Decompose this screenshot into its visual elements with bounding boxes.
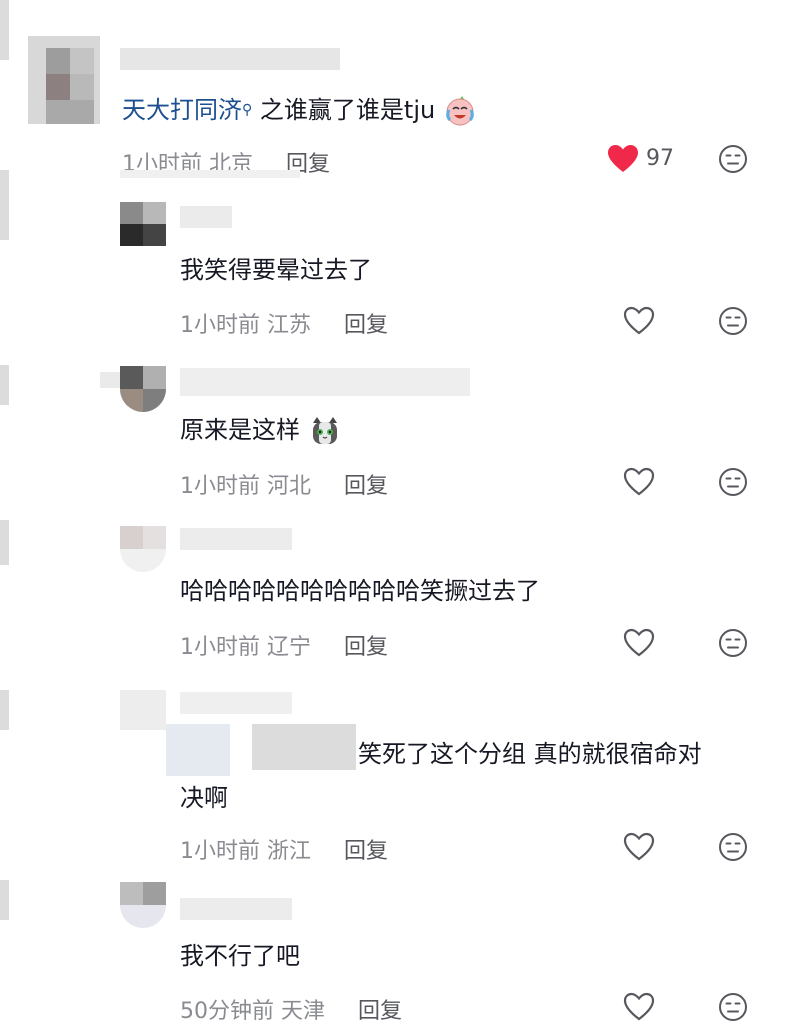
username-blurred[interactable]: [180, 528, 292, 550]
avatar[interactable]: [120, 526, 166, 572]
avatar[interactable]: [28, 36, 100, 124]
blurred-strip: [120, 170, 300, 178]
heart-outline-icon[interactable]: [622, 466, 656, 502]
edge-blur: [0, 0, 9, 60]
edge-blur: [0, 690, 9, 730]
username-blurred[interactable]: [180, 898, 292, 920]
blurred-strip: [166, 724, 356, 776]
laugh-cry-emoji-icon: [443, 95, 477, 127]
cat-emoji-icon: [308, 415, 342, 447]
comment-text-line1: 笑死了这个分组 真的就很宿命对: [358, 740, 702, 768]
comment-meta: 1小时前 浙江: [180, 833, 311, 865]
heart-outline-icon[interactable]: [622, 991, 656, 1027]
comment-location: 河北: [267, 474, 312, 499]
edge-blur: [0, 365, 9, 405]
comment-body: 原来是这样: [180, 416, 300, 444]
edge-blur: [0, 170, 9, 240]
comment-text: 原来是这样: [180, 414, 342, 447]
comment-text: 天大打同济⚲ 之谁赢了谁是tju: [122, 94, 477, 127]
meh-face-icon[interactable]: [717, 831, 749, 867]
meh-face-icon[interactable]: [717, 305, 749, 341]
comment-meta: 50分钟前 天津: [180, 993, 325, 1025]
comment-location: 辽宁: [267, 635, 312, 660]
comment-location: 浙江: [267, 839, 312, 864]
reply-button[interactable]: 回复: [344, 833, 388, 865]
meh-face-icon[interactable]: [717, 466, 749, 502]
username-blurred[interactable]: [180, 206, 232, 228]
heart-outline-icon[interactable]: [622, 831, 656, 867]
comment-meta: 1小时前 辽宁: [180, 629, 311, 661]
edge-blur: [0, 520, 9, 565]
reply-button[interactable]: 回复: [344, 307, 388, 339]
comment-meta: 1小时前 江苏: [180, 307, 311, 339]
comment-location: 江苏: [267, 313, 312, 338]
username-blurred[interactable]: [180, 368, 470, 396]
heart-outline-icon[interactable]: [622, 305, 656, 341]
avatar[interactable]: [120, 690, 166, 730]
comment-body: 之谁赢了谁是tju: [259, 96, 436, 124]
meh-face-icon[interactable]: [717, 627, 749, 663]
comment-time: 1小时前: [180, 635, 260, 660]
comment-text-line2: 决啊: [180, 784, 228, 812]
comment-time: 1小时前: [180, 839, 260, 864]
blurred-strip: [100, 372, 120, 388]
avatar[interactable]: [120, 882, 166, 928]
comment-text: 我不行了吧: [180, 942, 300, 970]
reply-button[interactable]: 回复: [344, 629, 388, 661]
heart-filled-icon[interactable]: [606, 143, 640, 179]
meh-face-icon[interactable]: [717, 143, 749, 179]
avatar[interactable]: [120, 366, 166, 412]
like-count: 97: [646, 146, 674, 171]
comment-text: 哈哈哈哈哈哈哈哈哈哈笑撅过去了: [180, 577, 540, 605]
heart-outline-icon[interactable]: [622, 627, 656, 663]
meh-face-icon[interactable]: [717, 991, 749, 1027]
comment-time: 1小时前: [180, 313, 260, 338]
comment-meta: 1小时前 河北: [180, 468, 311, 500]
search-icon: ⚲: [242, 102, 253, 118]
reply-button[interactable]: 回复: [358, 993, 402, 1025]
comment-location: 天津: [281, 999, 326, 1024]
comment-time: 1小时前: [180, 474, 260, 499]
mention-link[interactable]: 天大打同济: [122, 96, 242, 124]
reply-button[interactable]: 回复: [344, 468, 388, 500]
comment-time: 50分钟前: [180, 999, 274, 1024]
username-blurred[interactable]: [180, 692, 292, 714]
avatar[interactable]: [120, 202, 166, 246]
username-blurred[interactable]: [120, 48, 340, 70]
edge-blur: [0, 880, 9, 920]
comment-text: 我笑得要晕过去了: [180, 256, 372, 284]
